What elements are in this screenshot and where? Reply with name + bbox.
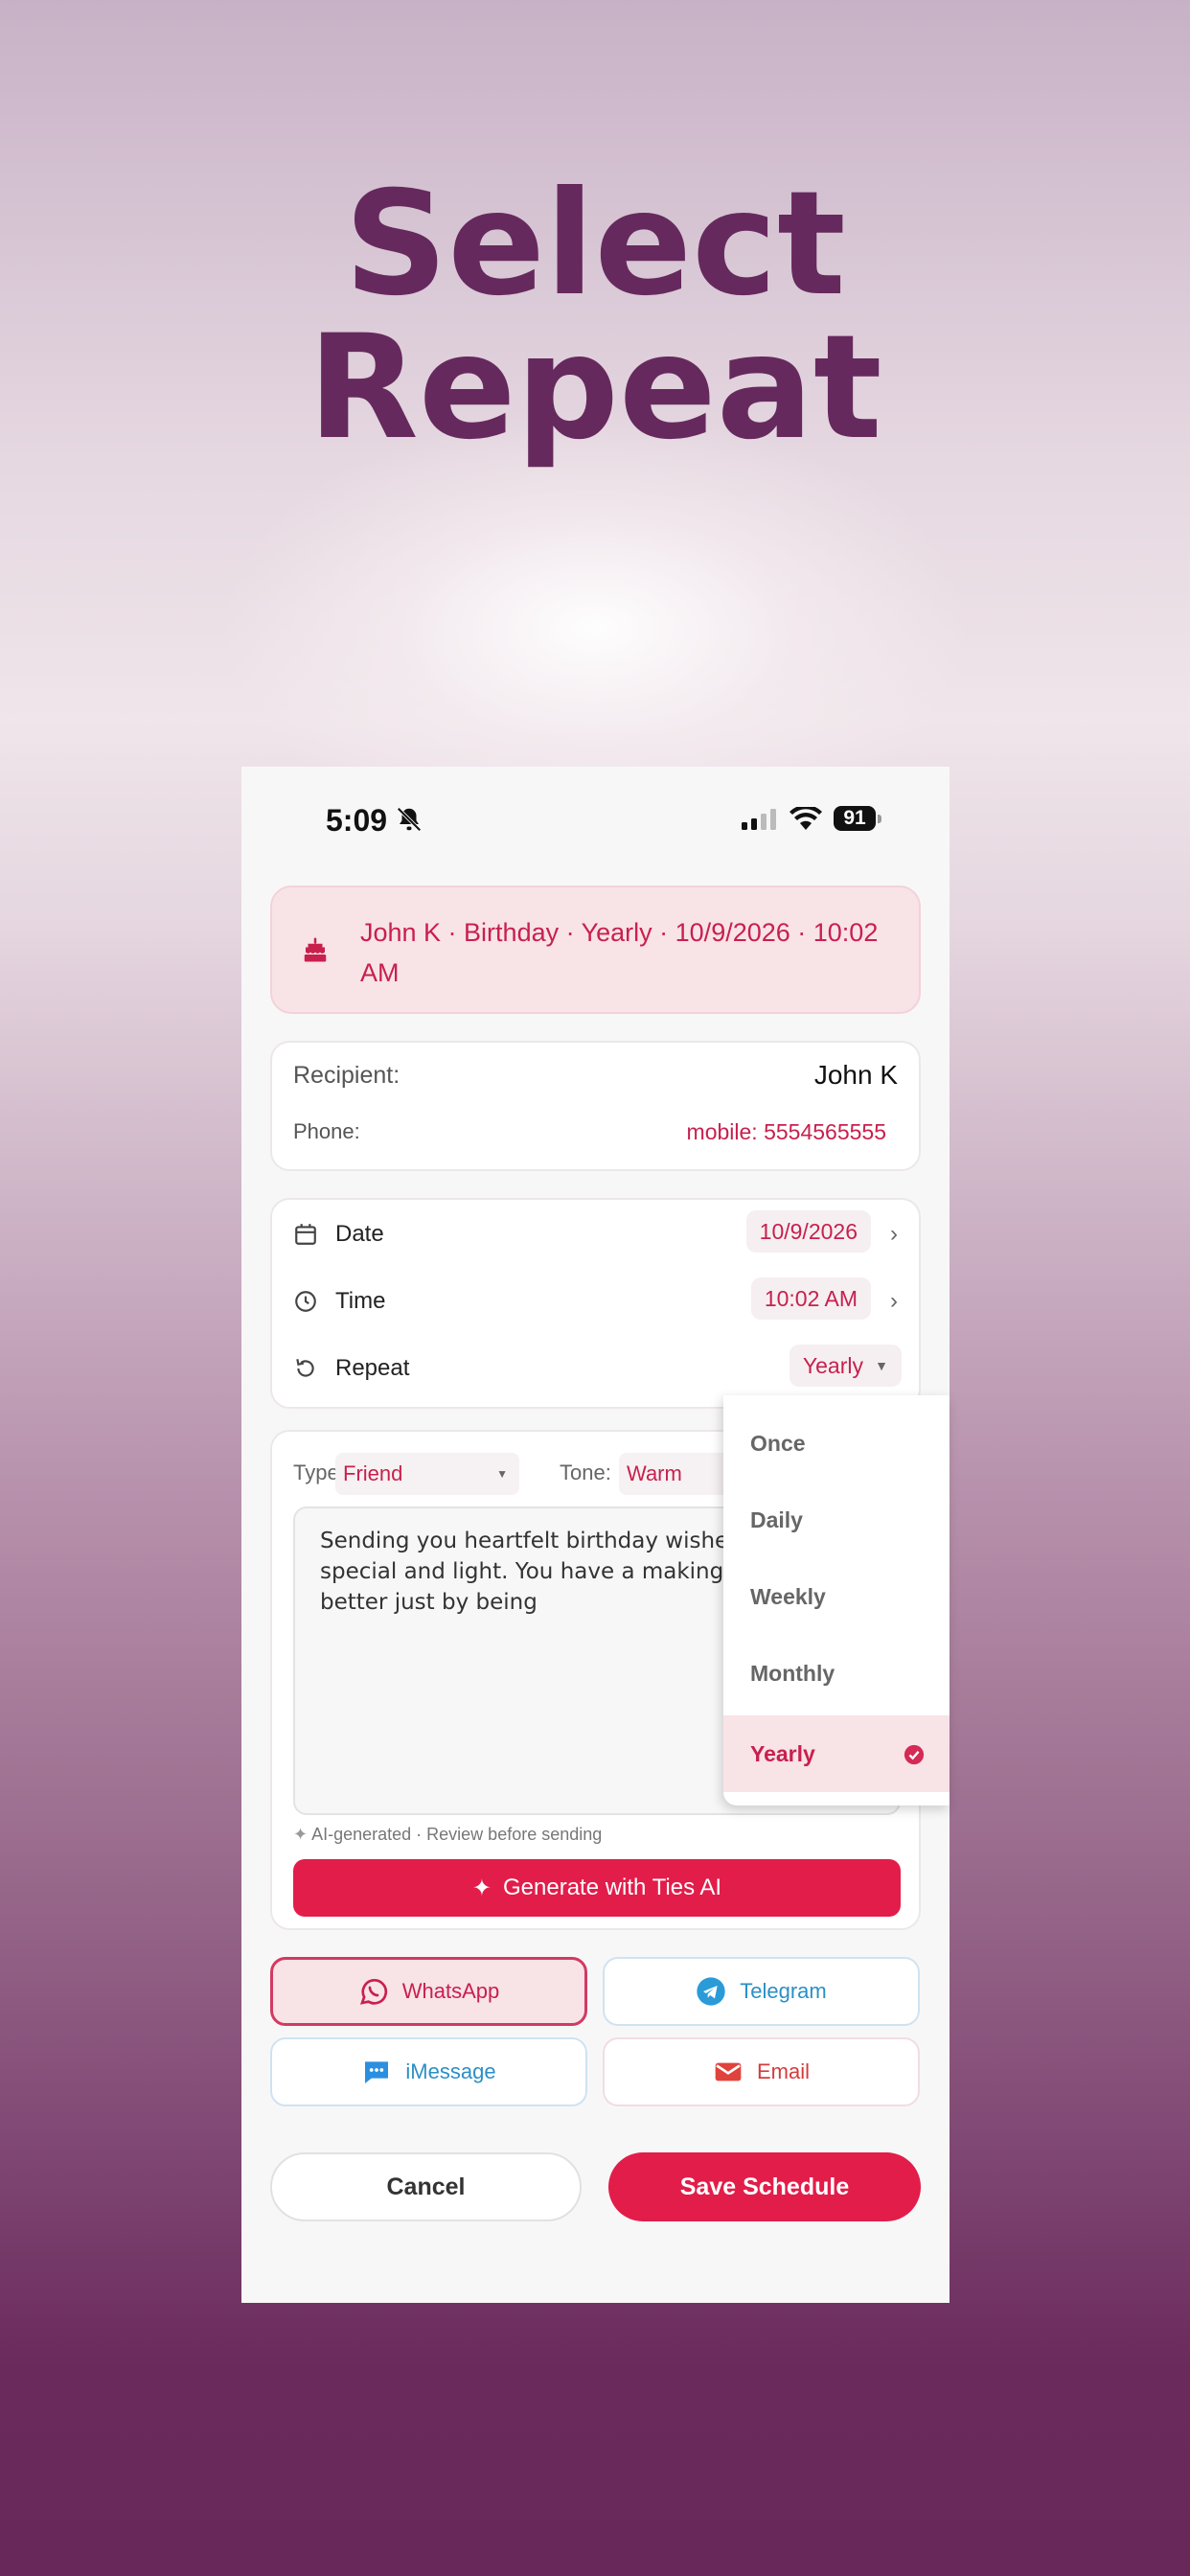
time-value[interactable]: 10:02 AM: [750, 1277, 871, 1320]
headline-line-1: Select: [344, 161, 846, 328]
type-select[interactable]: Friend ▼: [335, 1453, 519, 1495]
tone-select[interactable]: Warm: [619, 1453, 734, 1495]
sparkle-icon: ✦: [293, 1825, 312, 1844]
battery-indicator: 91: [834, 806, 876, 831]
telegram-icon: [697, 1977, 725, 2006]
caret-down-icon: ▼: [496, 1467, 508, 1481]
cellular-signal-icon: [742, 809, 776, 830]
bell-muted-icon: [397, 807, 422, 832]
cancel-button[interactable]: Cancel: [270, 2152, 582, 2221]
repeat-options-menu: Once Daily Weekly Monthly Yearly: [723, 1395, 950, 1806]
repeat-option-yearly-label: Yearly: [750, 1741, 815, 1766]
save-schedule-button[interactable]: Save Schedule: [608, 2152, 921, 2221]
repeat-option-weekly[interactable]: Weekly: [723, 1558, 950, 1635]
whatsapp-label: WhatsApp: [401, 1979, 500, 2003]
wifi-icon: [790, 807, 822, 830]
repeat-option-monthly[interactable]: Monthly: [723, 1635, 950, 1712]
sparkle-icon: ✦: [471, 1874, 492, 1901]
ai-note-text: AI-generated · Review before sending: [311, 1825, 603, 1844]
tone-value: Warm: [627, 1461, 682, 1485]
phone-value[interactable]: mobile: 5554565555: [687, 1119, 886, 1145]
status-bar: 5:09 91: [241, 767, 950, 872]
calendar-icon: [295, 1224, 316, 1245]
repeat-dropdown[interactable]: Yearly ▼: [789, 1345, 902, 1387]
schedule-card: Date 10/9/2026 › Time 10:02 AM › Repeat …: [270, 1198, 921, 1409]
generate-ai-button[interactable]: ✦ Generate with Ties AI: [293, 1859, 901, 1917]
email-button[interactable]: Email: [603, 2037, 920, 2106]
chevron-right-icon: ›: [890, 1288, 898, 1314]
mail-icon: [715, 2062, 742, 2082]
status-time: 5:09: [326, 803, 388, 838]
date-label: Date: [335, 1221, 384, 1247]
repeat-option-once[interactable]: Once: [723, 1405, 950, 1482]
ai-note: ✦ AI-generated · Review before sending: [293, 1825, 602, 1845]
repeat-row[interactable]: Repeat Yearly ▼: [272, 1334, 923, 1401]
caret-down-icon: ▼: [875, 1358, 888, 1373]
repeat-icon: [296, 1359, 314, 1377]
recipient-label: Recipient:: [293, 1062, 400, 1089]
message-bubble-icon: [365, 2061, 389, 2083]
phone-label: Phone:: [293, 1119, 360, 1143]
repeat-value: Yearly: [802, 1353, 863, 1378]
email-label: Email: [756, 2059, 810, 2083]
tone-label: Tone:: [560, 1460, 611, 1484]
date-row[interactable]: Date 10/9/2026 ›: [272, 1200, 923, 1267]
recipient-card: Recipient: John K Phone: mobile: 5554565…: [270, 1041, 921, 1171]
clock-icon: [295, 1291, 316, 1312]
repeat-option-yearly[interactable]: Yearly: [723, 1715, 950, 1792]
imessage-label: iMessage: [405, 2059, 496, 2083]
whatsapp-button[interactable]: WhatsApp: [270, 1957, 587, 2026]
chevron-right-icon: ›: [890, 1221, 898, 1247]
banner-text: John K · Birthday · Yearly · 10/9/2026 ·…: [360, 918, 879, 987]
headline-line-2: Repeat: [308, 305, 882, 472]
telegram-button[interactable]: Telegram: [603, 1957, 920, 2026]
repeat-label: Repeat: [335, 1355, 410, 1381]
date-value[interactable]: 10/9/2026: [745, 1210, 871, 1253]
repeat-option-daily[interactable]: Daily: [723, 1482, 950, 1558]
cake-icon: [304, 937, 327, 962]
whatsapp-icon: [359, 1979, 387, 2005]
telegram-label: Telegram: [740, 1979, 827, 2003]
generate-ai-label: Generate with Ties AI: [502, 1874, 722, 1900]
schedule-summary-banner: John K · Birthday · Yearly · 10/9/2026 ·…: [270, 886, 921, 1014]
recipient-name: John K: [813, 1060, 898, 1090]
battery-tip: [878, 815, 881, 823]
time-label: Time: [335, 1288, 386, 1314]
type-value: Friend: [343, 1461, 403, 1485]
check-circle-icon: [904, 1744, 925, 1765]
imessage-button[interactable]: iMessage: [270, 2037, 587, 2106]
time-row[interactable]: Time 10:02 AM ›: [272, 1267, 923, 1334]
